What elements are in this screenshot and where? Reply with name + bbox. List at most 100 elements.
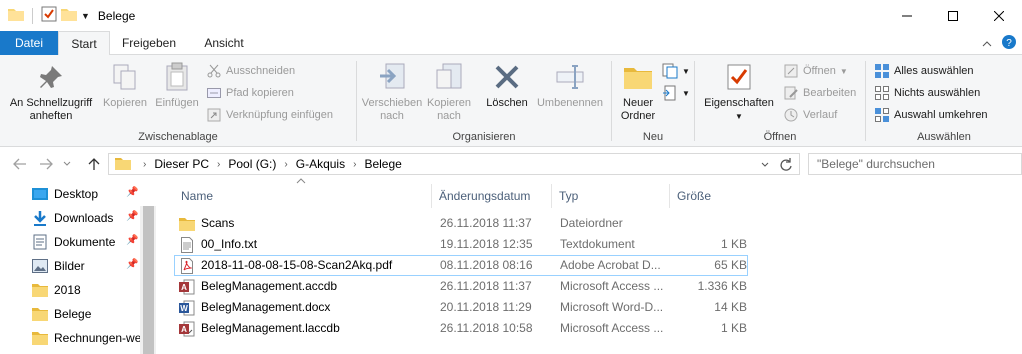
back-button[interactable] [10, 154, 30, 174]
breadcrumb-item[interactable]: Pool (G:) [228, 157, 276, 171]
nav-scrollbar-thumb[interactable] [143, 206, 154, 354]
rename-button[interactable]: Umbenennen [533, 61, 607, 110]
file-row[interactable]: A BelegManagement.laccdb 26.11.2018 10:5… [174, 318, 748, 339]
help-icon[interactable]: ? [1002, 35, 1016, 52]
file-date: 26.11.2018 11:37 [440, 279, 532, 293]
select-none-button[interactable]: Nichts auswählen [874, 83, 980, 103]
group-label-organize: Organisieren [452, 131, 516, 143]
select-all-button[interactable]: Alles auswählen [874, 61, 974, 81]
folder-icon [8, 7, 24, 24]
cut-button[interactable]: Ausschneiden [206, 61, 295, 81]
file-date: 26.11.2018 11:37 [440, 216, 532, 230]
open-button[interactable]: Öffnen ▼ [783, 61, 848, 81]
group-organize: Verschieben nach Kopieren nach Löschen U… [357, 57, 611, 145]
nav-item-folder-belege[interactable]: Belege [32, 303, 142, 325]
up-button[interactable] [84, 154, 104, 174]
properties-check-icon [723, 61, 755, 93]
tab-view[interactable]: Ansicht [188, 31, 260, 55]
delete-button[interactable]: Löschen [481, 61, 533, 110]
address-bar[interactable]: › Dieser PC › Pool (G:) › G-Akquis › Bel… [108, 153, 800, 175]
breadcrumb-item[interactable]: Belege [364, 157, 401, 171]
select-all-icon [874, 63, 890, 79]
invert-selection-button[interactable]: Auswahl umkehren [874, 105, 988, 125]
file-row[interactable]: A BelegManagement.accdb 26.11.2018 11:37… [174, 276, 748, 297]
file-row[interactable]: 2018-11-08-08-15-08-Scan2Akq.pdf 08.11.2… [174, 255, 748, 276]
quick-access-toolbar: ▼ [0, 6, 90, 25]
pin-icon[interactable]: 📌 [126, 259, 138, 270]
file-date: 20.11.2018 11:29 [440, 300, 532, 314]
scissors-icon [206, 63, 222, 79]
path-icon [206, 85, 222, 101]
search-input[interactable]: "Belege" durchsuchen [808, 153, 1022, 175]
history-icon [783, 107, 799, 123]
pin-quick-access-button[interactable]: An Schnellzugriff anheften [4, 61, 98, 123]
copy-to-button[interactable]: Kopieren nach [423, 61, 475, 123]
new-item-button[interactable]: ▼ [662, 61, 690, 81]
qat-dropdown-icon[interactable]: ▼ [81, 11, 90, 21]
nav-item-folder-2018[interactable]: 2018 [32, 279, 142, 301]
copy-icon [109, 61, 141, 93]
desktop-icon [32, 186, 48, 202]
file-row[interactable]: W BelegManagement.docx 20.11.2018 11:29 … [174, 297, 748, 318]
column-date[interactable]: Änderungsdatum [432, 184, 552, 208]
paste-button[interactable]: Einfügen [152, 61, 202, 110]
group-label-new: Neu [642, 131, 664, 143]
paste-shortcut-button[interactable]: Verknüpfung einfügen [206, 105, 333, 125]
breadcrumb-item[interactable]: G-Akquis [296, 157, 345, 171]
group-new: Neuer Ordner ▼ ▼ Neu [612, 57, 694, 145]
new-folder-button[interactable]: Neuer Ordner [614, 61, 662, 123]
file-type: Dateiordner [560, 216, 623, 230]
group-open: Eigenschaften ▼ Öffnen ▼ Bearbeiten Verl… [695, 57, 865, 145]
file-list: Name Änderungsdatum Typ Größe Scans 26.1… [166, 178, 1022, 354]
edit-button[interactable]: Bearbeiten [783, 83, 856, 103]
folder-icon [32, 282, 48, 298]
group-label-select: Auswählen [917, 131, 971, 143]
pin-icon[interactable]: 📌 [126, 235, 138, 246]
word-icon: W [179, 300, 195, 316]
column-header: Name Änderungsdatum Typ Größe [166, 184, 756, 208]
file-size: 14 KB [714, 300, 747, 314]
properties-qat-icon[interactable] [41, 6, 57, 25]
minimize-button[interactable] [884, 0, 930, 31]
pin-icon[interactable]: 📌 [126, 211, 138, 222]
chevron-up-icon[interactable] [982, 37, 992, 51]
close-button[interactable] [976, 0, 1022, 31]
tab-share[interactable]: Freigeben [112, 31, 186, 55]
pin-icon[interactable]: 📌 [126, 187, 138, 198]
chevron-right-icon[interactable]: › [353, 159, 356, 170]
delete-x-icon [491, 61, 523, 93]
history-button[interactable]: Verlauf [783, 105, 837, 125]
chevron-right-icon[interactable]: › [217, 159, 220, 170]
copy-path-button[interactable]: Pfad kopieren [206, 83, 294, 103]
rename-icon [554, 61, 586, 93]
breadcrumb-item[interactable]: Dieser PC [154, 157, 209, 171]
nav-item-folder-rechnungen[interactable]: Rechnungen-we [32, 327, 142, 349]
tab-file[interactable]: Datei [0, 31, 58, 55]
file-size: 65 KB [714, 258, 747, 272]
edit-icon [783, 85, 799, 101]
copy-button[interactable]: Kopieren [100, 61, 150, 110]
title-bar: ▼ Belege [0, 0, 1022, 31]
refresh-icon[interactable] [779, 157, 793, 174]
recent-locations-button[interactable] [60, 154, 74, 174]
properties-button[interactable]: Eigenschaften ▼ [699, 61, 779, 123]
forward-button[interactable] [36, 154, 56, 174]
pdf-icon [179, 257, 195, 274]
address-dropdown-icon[interactable] [761, 157, 769, 171]
tab-start[interactable]: Start [58, 31, 110, 56]
move-to-button[interactable]: Verschieben nach [359, 61, 425, 123]
folder-icon [32, 330, 48, 346]
column-type[interactable]: Typ [552, 184, 670, 208]
column-size[interactable]: Größe [670, 184, 750, 208]
column-name[interactable]: Name [174, 184, 432, 208]
new-folder-qat-icon[interactable] [61, 7, 77, 24]
svg-text:A: A [181, 325, 187, 334]
chevron-right-icon[interactable]: › [284, 159, 287, 170]
shortcut-icon [206, 107, 222, 123]
file-row[interactable]: Scans 26.11.2018 11:37 Dateiordner [174, 213, 748, 234]
file-date: 08.11.2018 08:16 [440, 258, 533, 272]
file-size: 1 KB [720, 321, 747, 335]
easy-access-button[interactable]: ▼ [662, 83, 690, 103]
file-row[interactable]: 00_Info.txt 19.11.2018 12:35 Textdokumen… [174, 234, 748, 255]
maximize-button[interactable] [930, 0, 976, 31]
